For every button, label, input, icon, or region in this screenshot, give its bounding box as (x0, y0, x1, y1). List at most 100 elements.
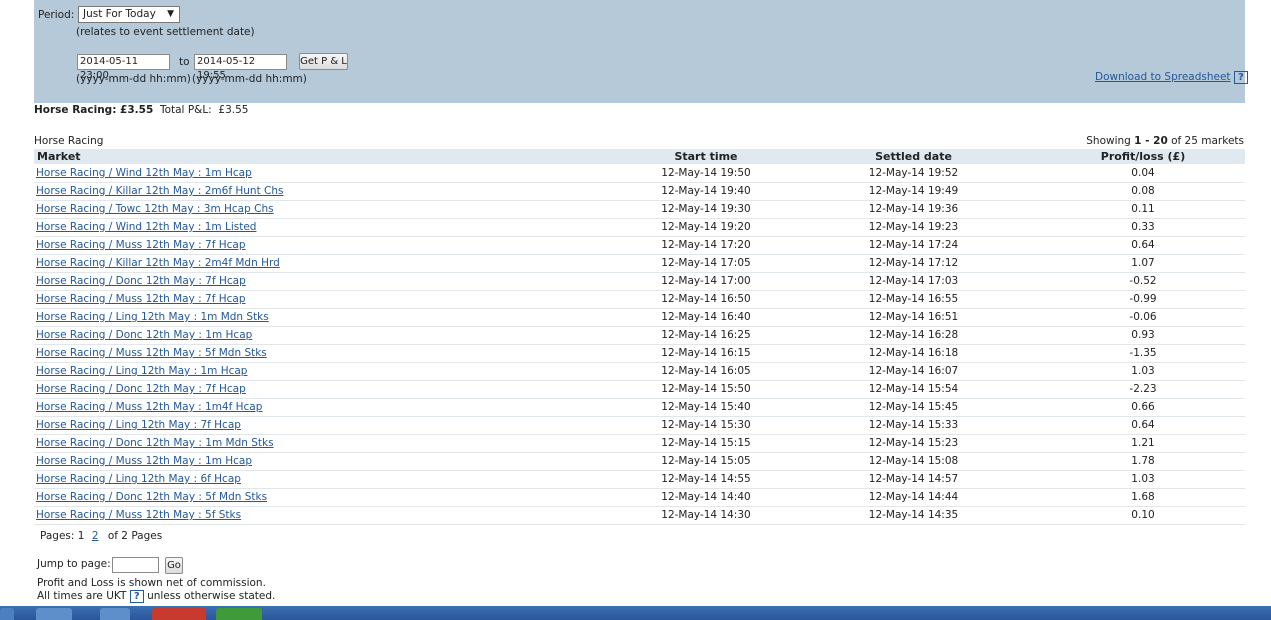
start-time-cell: 12-May-14 16:15 (626, 344, 786, 363)
taskbar-media-icon[interactable] (100, 608, 130, 620)
help-icon[interactable]: ? (1233, 71, 1248, 84)
taskbar-app2-icon[interactable] (216, 608, 262, 620)
start-button[interactable] (0, 608, 14, 620)
jump-to-page-input[interactable] (112, 557, 159, 573)
table-row: Horse Racing / Donc 12th May : 5f Mdn St… (34, 488, 1245, 507)
pagination: Pages: 1 2 of 2 Pages (40, 530, 162, 542)
market-cell: Horse Racing / Donc 12th May : 1m Hcap (34, 326, 626, 345)
market-link[interactable]: Horse Racing / Ling 12th May : 7f Hcap (36, 419, 241, 431)
jump-to-page-label: Jump to page: (37, 558, 111, 570)
market-cell: Horse Racing / Towc 12th May : 3m Hcap C… (34, 200, 626, 219)
settled-date-cell: 12-May-14 19:23 (786, 218, 1041, 237)
page-2-link[interactable]: 2 (92, 530, 99, 542)
go-button[interactable]: Go (165, 557, 183, 574)
sport-total: Horse Racing: £3.55 (34, 104, 154, 116)
pages-label: Pages: (40, 530, 75, 542)
table-row: Horse Racing / Wind 12th May : 1m Hcap 12… (34, 164, 1245, 183)
total-label: Total P&L: (159, 104, 212, 116)
from-date-input[interactable]: 2014-05-11 23:00 (77, 54, 170, 81)
market-link[interactable]: Horse Racing / Donc 12th May : 5f Mdn St… (36, 491, 267, 503)
start-time-cell: 12-May-14 16:50 (626, 290, 786, 309)
profit-loss-cell: 0.93 (1041, 326, 1245, 345)
settled-date-cell: 12-May-14 15:23 (786, 434, 1041, 453)
start-time-cell: 12-May-14 19:50 (626, 164, 786, 183)
market-link[interactable]: Horse Racing / Donc 12th May : 1m Hcap (36, 329, 252, 341)
start-time-cell: 12-May-14 14:40 (626, 488, 786, 507)
market-link[interactable]: Horse Racing / Towc 12th May : 3m Hcap C… (36, 203, 274, 215)
profit-loss-cell: 0.08 (1041, 182, 1245, 201)
settled-date-cell: 12-May-14 15:45 (786, 398, 1041, 417)
market-link[interactable]: Horse Racing / Muss 12th May : 5f Stks (36, 509, 241, 521)
market-link[interactable]: Horse Racing / Killar 12th May : 2m4f Md… (36, 257, 280, 269)
profit-loss-cell: 1.03 (1041, 362, 1245, 381)
get-pl-button[interactable]: Get P & L (299, 53, 348, 70)
profit-loss-cell: 1.78 (1041, 452, 1245, 471)
settled-date-cell: 12-May-14 17:12 (786, 254, 1041, 273)
profit-loss-cell: 1.07 (1041, 254, 1245, 273)
market-cell: Horse Racing / Killar 12th May : 2m6f Hu… (34, 182, 626, 201)
profit-loss-cell: 0.11 (1041, 200, 1245, 219)
scrollbar[interactable] (1257, 0, 1271, 606)
market-cell: Horse Racing / Muss 12th May : 7f Hcap (34, 236, 626, 255)
market-link[interactable]: Horse Racing / Killar 12th May : 2m6f Hu… (36, 185, 283, 197)
market-cell: Horse Racing / Ling 12th May : 1m Mdn St… (34, 308, 626, 327)
start-time-cell: 12-May-14 14:55 (626, 470, 786, 489)
start-time-cell: 12-May-14 19:40 (626, 182, 786, 201)
market-link[interactable]: Horse Racing / Muss 12th May : 5f Mdn St… (36, 347, 267, 359)
table-row: Horse Racing / Muss 12th May : 1m4f Hcap… (34, 398, 1245, 417)
table-row: Horse Racing / Donc 12th May : 1m Hcap 12… (34, 326, 1245, 345)
market-cell: Horse Racing / Donc 12th May : 5f Mdn St… (34, 488, 626, 507)
market-cell: Horse Racing / Killar 12th May : 2m4f Md… (34, 254, 626, 273)
settled-date-cell: 12-May-14 15:33 (786, 416, 1041, 435)
market-cell: Horse Racing / Muss 12th May : 5f Stks (34, 506, 626, 525)
period-select-value: Just For Today (83, 8, 156, 20)
table-row: Horse Racing / Muss 12th May : 7f Hcap 12… (34, 236, 1245, 255)
start-time-cell: 12-May-14 16:25 (626, 326, 786, 345)
profit-loss-cell: 0.10 (1041, 506, 1245, 525)
market-link[interactable]: Horse Racing / Muss 12th May : 7f Hcap (36, 293, 246, 305)
section-title: Horse Racing (34, 135, 104, 147)
timezone-note: All times are UKT ? unless otherwise sta… (37, 590, 276, 603)
profit-loss-cell: -0.99 (1041, 290, 1245, 309)
start-time-cell: 12-May-14 15:50 (626, 380, 786, 399)
download-spreadsheet-link[interactable]: Download to Spreadsheet (1095, 71, 1231, 83)
table-row: Horse Racing / Muss 12th May : 7f Hcap 12… (34, 290, 1245, 309)
market-cell: Horse Racing / Donc 12th May : 1m Mdn St… (34, 434, 626, 453)
market-link[interactable]: Horse Racing / Ling 12th May : 1m Mdn St… (36, 311, 269, 323)
to-date-input[interactable]: 2014-05-12 19:55 (194, 54, 287, 81)
market-link[interactable]: Horse Racing / Donc 12th May : 1m Mdn St… (36, 437, 274, 449)
taskbar-explorer-icon[interactable] (36, 608, 72, 620)
market-cell: Horse Racing / Donc 12th May : 7f Hcap (34, 272, 626, 291)
period-select[interactable]: Just For Today ▼ (78, 6, 180, 23)
market-link[interactable]: Horse Racing / Donc 12th May : 7f Hcap (36, 383, 246, 395)
market-link[interactable]: Horse Racing / Ling 12th May : 1m Hcap (36, 365, 247, 377)
table-row: Horse Racing / Muss 12th May : 5f Stks 12… (34, 506, 1245, 525)
start-time-cell: 12-May-14 19:30 (626, 200, 786, 219)
settled-date-cell: 12-May-14 14:35 (786, 506, 1041, 525)
timezone-help-icon[interactable]: ? (129, 590, 144, 603)
market-cell: Horse Racing / Ling 12th May : 6f Hcap (34, 470, 626, 489)
settled-date-cell: 12-May-14 17:03 (786, 272, 1041, 291)
market-link[interactable]: Horse Racing / Wind 12th May : 1m Listed (36, 221, 256, 233)
start-time-cell: 12-May-14 15:05 (626, 452, 786, 471)
market-cell: Horse Racing / Ling 12th May : 7f Hcap (34, 416, 626, 435)
settled-date-cell: 12-May-14 16:55 (786, 290, 1041, 309)
taskbar-app-icon[interactable] (152, 608, 206, 620)
col-header-market: Market (37, 150, 81, 163)
table-header-row: Market Start time Settled date Profit/lo… (34, 149, 1245, 164)
profit-loss-cell: -2.23 (1041, 380, 1245, 399)
profit-loss-cell: 0.33 (1041, 218, 1245, 237)
start-time-cell: 12-May-14 16:40 (626, 308, 786, 327)
table-row: Horse Racing / Towc 12th May : 3m Hcap C… (34, 200, 1245, 219)
start-time-cell: 12-May-14 19:20 (626, 218, 786, 237)
filter-panel: Period: Just For Today ▼ (relates to eve… (34, 0, 1248, 103)
market-link[interactable]: Horse Racing / Muss 12th May : 1m Hcap (36, 455, 252, 467)
col-header-settled-date: Settled date (875, 150, 952, 163)
market-link[interactable]: Horse Racing / Donc 12th May : 7f Hcap (36, 275, 246, 287)
market-link[interactable]: Horse Racing / Muss 12th May : 1m4f Hcap (36, 401, 262, 413)
table-row: Horse Racing / Killar 12th May : 2m4f Md… (34, 254, 1245, 273)
market-link[interactable]: Horse Racing / Ling 12th May : 6f Hcap (36, 473, 241, 485)
profit-loss-cell: 0.04 (1041, 164, 1245, 183)
market-link[interactable]: Horse Racing / Muss 12th May : 7f Hcap (36, 239, 246, 251)
market-link[interactable]: Horse Racing / Wind 12th May : 1m Hcap (36, 167, 252, 179)
